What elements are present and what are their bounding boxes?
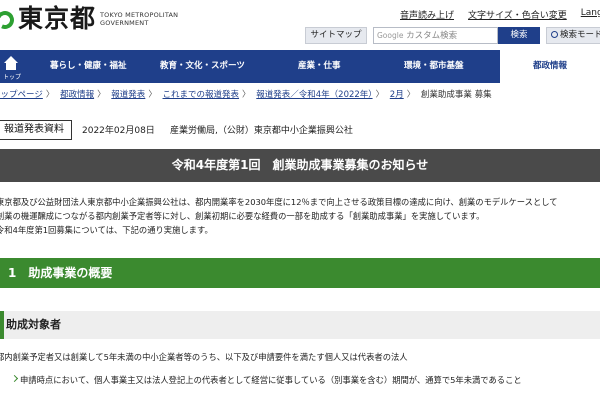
home-label: トップ [3, 74, 22, 81]
search-input[interactable]: Google カスタム検索 [373, 27, 498, 44]
nav-item-environment[interactable]: 環境・都市基盤 [404, 50, 464, 83]
section-heading-overview: 1 助成事業の概要 [0, 258, 600, 288]
search-button[interactable]: 検索 [498, 27, 540, 44]
logo-subtitle: TOKYO METROPOLITAN GOVERNMENT [100, 11, 179, 27]
search-mode-button[interactable]: 検索モード [546, 27, 600, 44]
magnifier-icon [551, 31, 558, 38]
search-placeholder: カスタム検索 [406, 31, 458, 41]
breadcrumb-year[interactable]: 報道発表／令和4年（2022年） [256, 90, 372, 100]
tokyo-logo[interactable]: 東京都 TOKYO METROPOLITAN GOVERNMENT [0, 5, 178, 33]
nav-item-living[interactable]: 暮らし・健康・福祉 [50, 50, 127, 83]
eligible-description: 都内創業予定者又は創業して5年未満の中小企業者等のうち、以下及び申請要件を満たす… [0, 352, 408, 362]
chevron-right-icon [10, 374, 19, 383]
release-department: 産業労働局,（公財）東京都中小企業振興公社 [170, 126, 353, 136]
text-size-color-link[interactable]: 文字サイズ・色合い変更 [468, 8, 567, 21]
breadcrumb: トップページ〉 都政情報〉 報道発表〉 これまでの報道発表〉 報道発表／令和4年… [0, 88, 492, 100]
breadcrumb-government[interactable]: 都政情報 [60, 90, 94, 100]
read-aloud-link[interactable]: 音声読み上げ [400, 8, 454, 21]
search-row: サイトマップ Google カスタム検索 検索 検索モード [305, 27, 600, 44]
breadcrumb-press[interactable]: 報道発表 [111, 90, 145, 100]
eligibility-bullet-1: 申請時点において、個人事業主又は法人登記上の代表者として経営に従事している（別事… [20, 375, 522, 385]
intro-line-1: 東京都及び公益財団法人東京都中小企業振興公社は、都内開業率を2030年度に12％… [0, 197, 558, 207]
breadcrumb-past-press[interactable]: これまでの報道発表 [163, 90, 240, 100]
google-label: Google [377, 31, 404, 40]
nav-home[interactable]: トップ [0, 50, 22, 83]
logo-text: 東京都 [18, 4, 97, 33]
breadcrumb-top[interactable]: トップページ [0, 90, 43, 100]
utility-links: 音声読み上げ 文字サイズ・色合い変更 Language [400, 8, 600, 21]
nav-item-industry[interactable]: 産業・仕事 [298, 50, 341, 83]
site-header: 東京都 TOKYO METROPOLITAN GOVERNMENT 音声読み上げ… [0, 0, 600, 50]
tokyo-ginkgo-icon [0, 8, 17, 32]
breadcrumb-current: 創業助成事業 募集 [420, 90, 492, 100]
global-nav: トップ 暮らし・健康・福祉 教育・文化・スポーツ 産業・仕事 環境・都市基盤 都… [0, 50, 600, 83]
page-title: 令和4年度第1回 創業助成事業募集のお知らせ [0, 149, 600, 182]
intro-line-3: 令和4年度第1回募集については、下記の通り実施します。 [0, 225, 213, 235]
language-link[interactable]: Language [581, 8, 600, 21]
intro-line-2: 創業の機運醸成につながる都内創業予定者等に対し、創業初期に必要な経費の一部を助成… [0, 211, 485, 221]
breadcrumb-month[interactable]: 2月 [390, 90, 404, 100]
sitemap-button[interactable]: サイトマップ [305, 27, 367, 44]
home-icon [4, 56, 18, 63]
subheading-eligible: 助成対象者 [0, 311, 600, 339]
press-release-badge: 報道発表資料 [0, 120, 72, 140]
release-date: 2022年02月08日 [82, 126, 155, 136]
nav-item-education[interactable]: 教育・文化・スポーツ [160, 50, 245, 83]
nav-item-government[interactable]: 都政情報 [500, 50, 600, 83]
